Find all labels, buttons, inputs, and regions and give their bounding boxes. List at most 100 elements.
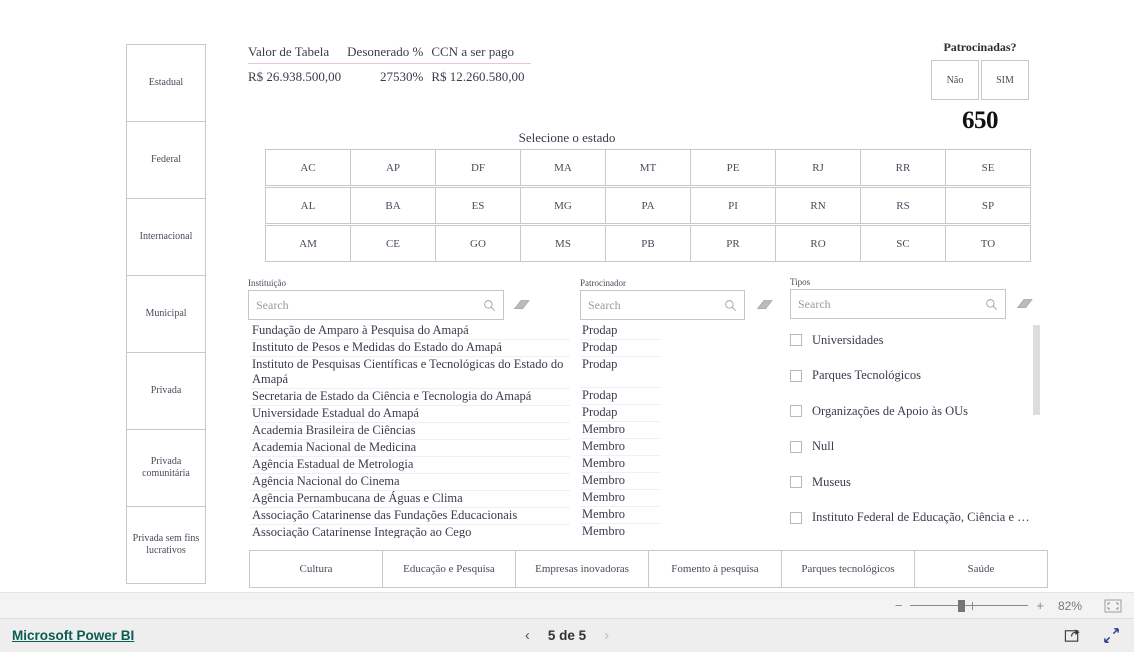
state-button-rj[interactable]: RJ <box>775 149 861 186</box>
instituicao-clear-eraser-icon[interactable] <box>510 297 530 313</box>
patrocinador-clear-eraser-icon[interactable] <box>753 297 773 313</box>
state-button-ms[interactable]: MS <box>520 225 606 262</box>
zoom-slider-thumb[interactable] <box>958 599 966 612</box>
tipos-list-scrollbar[interactable] <box>1033 325 1040 415</box>
state-button-rn[interactable]: RN <box>775 187 861 224</box>
list-item[interactable]: Fundação de Amparo à Pesquisa do Amapá <box>250 323 570 340</box>
instituicao-search-box[interactable]: Search <box>248 290 504 320</box>
tipos-item-universidades[interactable]: Universidades <box>790 328 1040 352</box>
sidebar-item-internacional[interactable]: Internacional <box>126 198 206 276</box>
tipos-item-organizacoes-de-apoio[interactable]: Organizações de Apoio às OUs <box>790 399 1040 423</box>
patrocinador-search-box[interactable]: Search <box>580 290 745 320</box>
zoom-slider[interactable] <box>910 599 1029 612</box>
state-button-es[interactable]: ES <box>435 187 521 224</box>
state-button-sc[interactable]: SC <box>860 225 946 262</box>
tipos-clear-eraser-icon[interactable] <box>1013 296 1033 312</box>
state-button-df[interactable]: DF <box>435 149 521 186</box>
state-button-rr[interactable]: RR <box>860 149 946 186</box>
list-item[interactable]: Prodap <box>580 405 660 422</box>
state-button-pr[interactable]: PR <box>690 225 776 262</box>
tipos-item-museus[interactable]: Museus <box>790 470 1040 494</box>
previous-page-button[interactable]: ‹ <box>525 627 530 644</box>
list-item[interactable]: Membro <box>580 439 660 456</box>
sidebar-item-municipal[interactable]: Municipal <box>126 275 206 353</box>
state-button-pa[interactable]: PA <box>605 187 691 224</box>
state-button-mg[interactable]: MG <box>520 187 606 224</box>
list-item[interactable]: Prodap <box>580 340 660 357</box>
state-button-pe[interactable]: PE <box>690 149 776 186</box>
state-button-ap[interactable]: AP <box>350 149 436 186</box>
category-button-fomento-a-pesquisa[interactable]: Fomento à pesquisa <box>648 550 782 588</box>
state-button-ac[interactable]: AC <box>265 149 351 186</box>
state-button-mt[interactable]: MT <box>605 149 691 186</box>
patrocinadas-option-sim[interactable]: SIM <box>981 60 1029 100</box>
state-button-pb[interactable]: PB <box>605 225 691 262</box>
list-item[interactable]: Membro <box>580 524 660 538</box>
patrocinadas-option-nao[interactable]: Não <box>931 60 979 100</box>
list-item[interactable]: Associação Catarinense Integração ao Ceg… <box>250 525 570 538</box>
state-button-sp[interactable]: SP <box>945 187 1031 224</box>
list-item[interactable]: Associação Catarinense das Fundações Edu… <box>250 508 570 525</box>
checkbox-icon[interactable] <box>790 405 802 417</box>
tipos-item-null[interactable]: Null <box>790 435 1040 459</box>
sidebar-item-privada-comunitaria[interactable]: Privada comunitária <box>126 429 206 507</box>
category-button-cultura[interactable]: Cultura <box>249 550 383 588</box>
instituicao-list[interactable]: Fundação de Amparo à Pesquisa do Amapá I… <box>250 323 570 538</box>
list-item[interactable]: Prodap <box>580 357 660 388</box>
list-item[interactable]: Agência Pernambucana de Águas e Clima <box>250 491 570 508</box>
tipos-search-box[interactable]: Search <box>790 289 1006 319</box>
next-page-button[interactable]: › <box>604 627 609 644</box>
state-slicer-title: Selecione o estado <box>518 130 616 145</box>
list-item[interactable]: Agência Nacional do Cinema <box>250 474 570 491</box>
state-button-se[interactable]: SE <box>945 149 1031 186</box>
state-button-rs[interactable]: RS <box>860 187 946 224</box>
state-button-am[interactable]: AM <box>265 225 351 262</box>
state-button-to[interactable]: TO <box>945 225 1031 262</box>
state-button-pi[interactable]: PI <box>690 187 776 224</box>
list-item[interactable]: Secretaria de Estado da Ciência e Tecnol… <box>250 389 570 406</box>
list-item[interactable]: Instituto de Pesquisas Científicas e Tec… <box>250 357 570 389</box>
list-item[interactable]: Academia Brasileira de Ciências <box>250 423 570 440</box>
instituicao-search-input[interactable]: Search <box>256 298 483 313</box>
list-item[interactable]: Prodap <box>580 388 660 405</box>
checkbox-icon[interactable] <box>790 334 802 346</box>
list-item[interactable]: Prodap <box>580 323 660 340</box>
category-button-empresas-inovadoras[interactable]: Empresas inovadoras <box>515 550 649 588</box>
list-item[interactable]: Membro <box>580 422 660 439</box>
checkbox-icon[interactable] <box>790 369 802 382</box>
checkbox-icon[interactable] <box>790 440 802 453</box>
patrocinador-search-input[interactable]: Search <box>588 298 724 313</box>
category-button-saude[interactable]: Saúde <box>914 550 1048 588</box>
list-item[interactable]: Academia Nacional de Medicina <box>250 440 570 457</box>
state-button-ma[interactable]: MA <box>520 149 606 186</box>
fit-to-page-icon[interactable] <box>1104 599 1122 613</box>
patrocinador-list[interactable]: Prodap Prodap Prodap Prodap Prodap Membr… <box>580 323 660 538</box>
list-item[interactable]: Universidade Estadual do Amapá <box>250 406 570 423</box>
list-item[interactable]: Membro <box>580 456 660 473</box>
list-item[interactable]: Instituto de Pesos e Medidas do Estado d… <box>250 340 570 357</box>
list-item[interactable]: Agência Estadual de Metrologia <box>250 457 570 474</box>
category-button-educacao-e-pesquisa[interactable]: Educação e Pesquisa <box>382 550 516 588</box>
category-button-parques-tecnologicos[interactable]: Parques tecnológicos <box>781 550 915 588</box>
fullscreen-icon[interactable] <box>1103 627 1120 644</box>
state-button-ce[interactable]: CE <box>350 225 436 262</box>
state-button-ro[interactable]: RO <box>775 225 861 262</box>
tipos-search-input[interactable]: Search <box>798 297 985 312</box>
list-item[interactable]: Membro <box>580 507 660 524</box>
state-button-go[interactable]: GO <box>435 225 521 262</box>
zoom-out-button[interactable]: − <box>895 598 903 613</box>
sidebar-item-privada[interactable]: Privada <box>126 352 206 430</box>
list-item[interactable]: Membro <box>580 473 660 490</box>
checkbox-icon[interactable] <box>790 476 802 488</box>
sidebar-item-estadual[interactable]: Estadual <box>126 44 206 122</box>
sidebar-item-privada-sem-fins-lucrativos[interactable]: Privada sem fins lucrativos <box>126 506 206 584</box>
tipos-item-parques-tecnologicos[interactable]: Parques Tecnológicos <box>790 364 1040 388</box>
tipos-checkbox-list[interactable]: Universidades Parques Tecnológicos Organ… <box>790 328 1040 540</box>
state-button-al[interactable]: AL <box>265 187 351 224</box>
checkbox-icon[interactable] <box>790 511 802 524</box>
list-item[interactable]: Membro <box>580 490 660 507</box>
share-icon[interactable] <box>1064 627 1081 644</box>
tipos-item-instituto-federal[interactable]: Instituto Federal de Educação, Ciência e… <box>790 506 1040 530</box>
state-button-ba[interactable]: BA <box>350 187 436 224</box>
zoom-in-button[interactable]: + <box>1036 598 1044 613</box>
